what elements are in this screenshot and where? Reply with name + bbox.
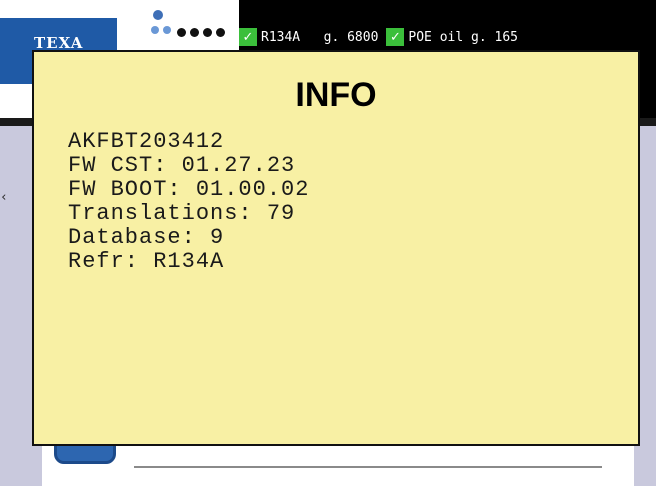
connection-dots-icon: [117, 0, 239, 50]
info-dialog[interactable]: INFO AKFBT203412 FW CST: 01.27.23 FW BOO…: [32, 50, 640, 446]
check-icon: ✓: [386, 28, 405, 46]
status-oil-text: POE oil g. 165: [408, 29, 518, 45]
info-fw-boot: FW BOOT: 01.00.02: [68, 177, 310, 202]
info-serial: AKFBT203412: [68, 129, 225, 154]
info-refrigerant: Refr: R134A: [68, 249, 225, 274]
status-bar: ✓ R134A g. 6800 ✓ POE oil g. 165: [239, 0, 656, 50]
info-translations: Translations: 79: [68, 201, 296, 226]
info-database: Database: 9: [68, 225, 225, 250]
menu-item-underline: [134, 466, 602, 468]
info-fw-cst: FW CST: 01.27.23: [68, 153, 296, 178]
status-refrigerant-text: R134A g. 6800: [261, 29, 379, 45]
status-refrigerant: ✓ R134A g. 6800 ✓ POE oil g. 165: [239, 24, 518, 50]
edge-mark: ‹: [0, 190, 8, 205]
dialog-title: INFO: [295, 76, 377, 114]
info-list: AKFBT203412 FW CST: 01.27.23 FW BOOT: 01…: [68, 130, 309, 274]
check-icon: ✓: [239, 28, 257, 46]
